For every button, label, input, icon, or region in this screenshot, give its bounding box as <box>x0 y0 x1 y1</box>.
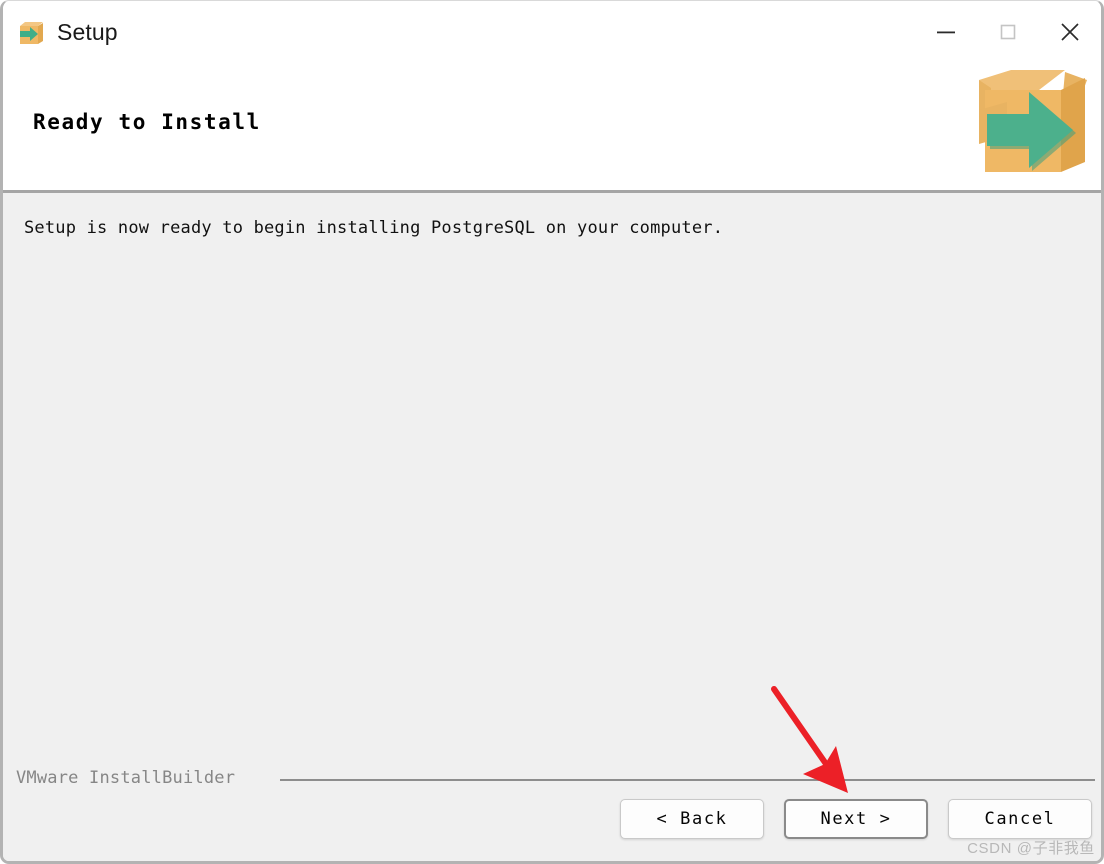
close-icon <box>1058 20 1082 44</box>
close-button[interactable] <box>1039 1 1101 63</box>
minimize-button[interactable] <box>915 1 977 63</box>
minimize-icon <box>935 21 957 43</box>
window-controls <box>915 1 1101 63</box>
wizard-body: Setup is now ready to begin installing P… <box>3 193 1101 861</box>
next-button[interactable]: Next > <box>784 799 928 839</box>
cancel-button[interactable]: Cancel <box>948 799 1092 839</box>
setup-wizard-window: Setup Ready to Install Setup is now read… <box>0 0 1104 864</box>
wizard-header: Ready to Install <box>3 63 1101 190</box>
footer-divider <box>280 779 1095 781</box>
install-box-arrow-icon <box>973 58 1093 186</box>
brand-label: VMware InstallBuilder <box>16 768 236 788</box>
body-message: Setup is now ready to begin installing P… <box>24 218 724 238</box>
page-title: Ready to Install <box>33 110 261 134</box>
watermark-label: CSDN @子非我鱼 <box>967 840 1095 857</box>
window-title: Setup <box>57 18 118 45</box>
wizard-button-row: < Back Next > Cancel <box>620 799 1092 839</box>
back-button[interactable]: < Back <box>620 799 764 839</box>
title-bar: Setup <box>3 1 1101 63</box>
maximize-button[interactable] <box>977 1 1039 63</box>
maximize-icon <box>997 21 1019 43</box>
installer-box-icon <box>16 17 46 47</box>
